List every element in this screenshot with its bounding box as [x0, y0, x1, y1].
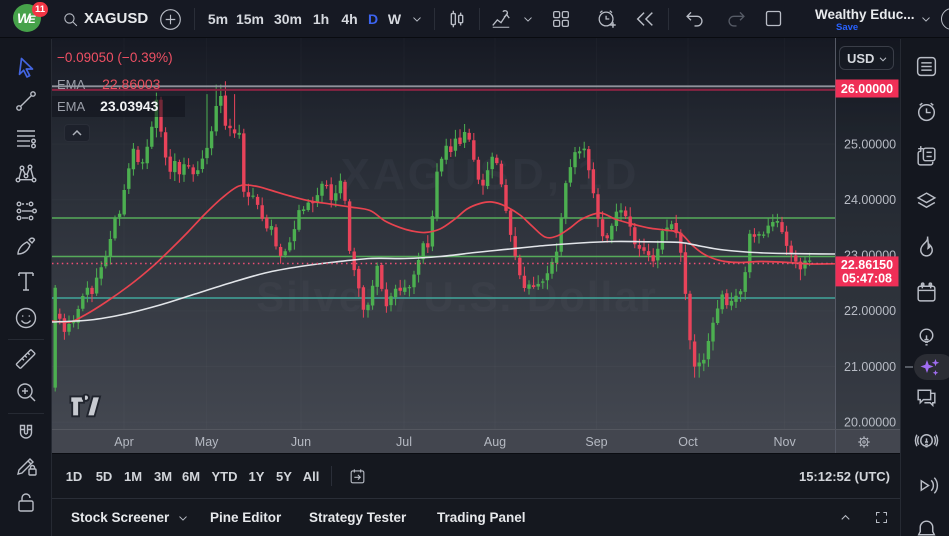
svg-text:Silver / U.S. Dollar: Silver / U.S. Dollar	[256, 273, 658, 320]
svg-text:20.00000: 20.00000	[844, 415, 896, 429]
svg-text:05:47:08: 05:47:08	[842, 271, 892, 285]
svg-text:25.00000: 25.00000	[844, 137, 896, 151]
svg-text:22.00000: 22.00000	[844, 304, 896, 318]
svg-text:26.00000: 26.00000	[841, 82, 893, 96]
svg-text:21.00000: 21.00000	[844, 360, 896, 374]
svg-text:24.00000: 24.00000	[844, 193, 896, 207]
svg-text:22.86150: 22.86150	[841, 258, 893, 272]
